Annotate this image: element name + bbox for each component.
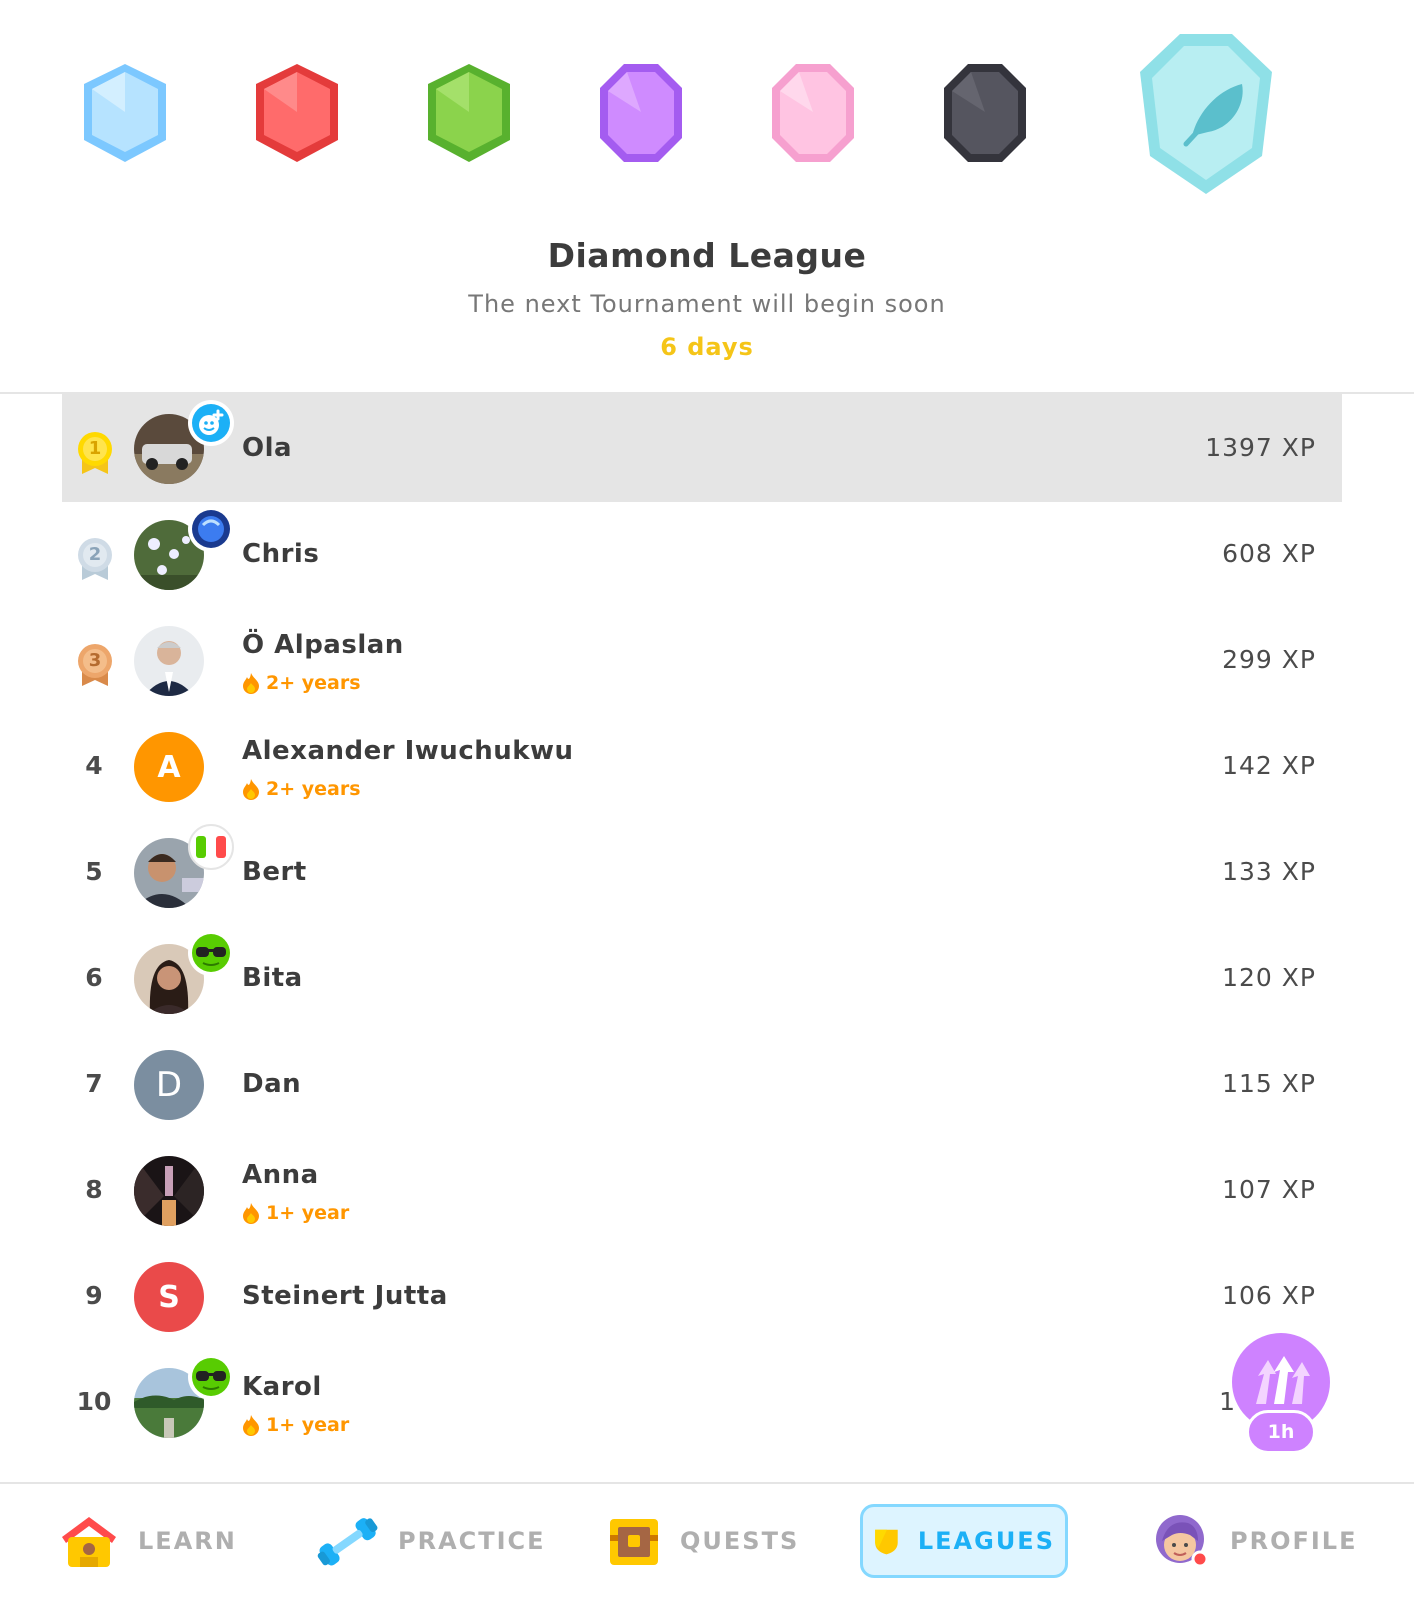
- nav-practice[interactable]: PRACTICE: [302, 1504, 558, 1578]
- league-title: Diamond League: [547, 236, 867, 275]
- smiley-plus-icon: [188, 400, 234, 446]
- nav-profile[interactable]: PROFILE: [1138, 1504, 1369, 1578]
- pearl-league-badge-icon: [770, 62, 856, 164]
- rank-number: 8: [85, 1175, 103, 1204]
- rank-number: 3: [88, 650, 102, 671]
- user-name: Chris: [242, 539, 320, 569]
- leaderboard-row-5[interactable]: 5 Bert 133 XP: [62, 818, 1342, 926]
- user-xp: 115 XP: [1222, 1069, 1316, 1098]
- shield-icon: [875, 1529, 898, 1555]
- rank-number: 6: [85, 963, 103, 992]
- leaderboard-row-3[interactable]: 3 Ö Alpaslan 2+ years 299 XP: [62, 606, 1342, 714]
- leaderboard-row-4[interactable]: 4 A Alexander Iwuchukwu 2+ years 142 XP: [62, 712, 1342, 820]
- streak-text: 2+ years: [266, 672, 361, 694]
- profile-avatar-icon: [1156, 1515, 1209, 1568]
- league-subtitle: The next Tournament will begin soon: [468, 290, 946, 318]
- italy-flag-icon: [188, 824, 234, 870]
- streak-label: 1+ year: [242, 1202, 349, 1224]
- user-name: Ö Alpaslan: [242, 630, 404, 660]
- league-countdown: 6 days: [660, 333, 754, 361]
- user-name: Dan: [242, 1069, 302, 1099]
- avatar[interactable]: [134, 1156, 204, 1226]
- xp-boost-icon: [1256, 1356, 1310, 1404]
- sapphire-league-badge-icon: [82, 62, 168, 164]
- league-badges: [0, 0, 1414, 220]
- user-xp: 120 XP: [1222, 963, 1316, 992]
- bottom-nav: LEARN PRACTICE QUESTS LEAGUES PROFILE: [0, 1482, 1414, 1600]
- avatar[interactable]: A: [134, 732, 204, 802]
- streak-text: 1+ year: [266, 1202, 350, 1224]
- flame-icon: [243, 779, 259, 800]
- leaderboard-row-2[interactable]: 2 Chris 608 XP: [62, 500, 1342, 608]
- user-xp: 299 XP: [1222, 645, 1316, 674]
- boost-timer-badge: 1h: [1246, 1410, 1316, 1454]
- user-xp: 106 XP: [1222, 1281, 1316, 1310]
- nav-profile-label: PROFILE: [1230, 1527, 1358, 1555]
- nav-leagues-label: LEAGUES: [917, 1527, 1055, 1555]
- rank-number: 1: [88, 438, 102, 459]
- flame-icon: [243, 673, 259, 694]
- obsidian-league-badge-icon: [942, 62, 1028, 164]
- user-name: Karol: [242, 1372, 322, 1402]
- avatar[interactable]: S: [134, 1262, 204, 1332]
- user-xp: 608 XP: [1222, 539, 1316, 568]
- nav-quests-label: QUESTS: [680, 1527, 800, 1555]
- blue-gem-icon: [188, 506, 234, 552]
- leaderboard-row-7[interactable]: 7 D Dan 115 XP: [62, 1030, 1342, 1138]
- treasure-chest-icon: [610, 1519, 658, 1565]
- nav-practice-label: PRACTICE: [398, 1527, 546, 1555]
- ruby-league-badge-icon: [254, 62, 340, 164]
- flame-icon: [243, 1415, 259, 1436]
- user-xp: 142 XP: [1222, 751, 1316, 780]
- user-xp: 133 XP: [1222, 857, 1316, 886]
- rank-number: 9: [85, 1281, 103, 1310]
- rank-number: 7: [85, 1069, 103, 1098]
- rank-number: 2: [88, 544, 102, 565]
- nav-leagues[interactable]: LEAGUES: [860, 1504, 1068, 1578]
- user-name: Ola: [242, 433, 293, 463]
- streak-label: 1+ year: [242, 1414, 349, 1436]
- user-name: Anna: [242, 1160, 319, 1190]
- house-icon: [62, 1517, 116, 1567]
- nav-learn[interactable]: LEARN: [46, 1504, 249, 1578]
- nav-learn-label: LEARN: [138, 1527, 237, 1555]
- user-xp: 1397 XP: [1205, 433, 1316, 462]
- leaderboard-row-10[interactable]: 10 Karol 1+ year 1: [62, 1348, 1342, 1456]
- user-name: Bita: [242, 963, 303, 993]
- emerald-league-badge-icon: [426, 62, 512, 164]
- streak-label: 2+ years: [242, 778, 361, 800]
- avatar[interactable]: [134, 626, 204, 696]
- sunglasses-icon: [188, 930, 234, 976]
- leaderboard-row-1[interactable]: 1 Ola 1397 XP: [62, 394, 1342, 502]
- leaderboard-row-6[interactable]: 6 Bita 120 XP: [62, 924, 1342, 1032]
- rank-number: 4: [85, 751, 103, 780]
- nav-quests[interactable]: QUESTS: [594, 1504, 811, 1578]
- streak-text: 1+ year: [266, 1414, 350, 1436]
- rank-number: 5: [85, 857, 103, 886]
- streak-label: 2+ years: [242, 672, 361, 694]
- streak-text: 2+ years: [266, 778, 361, 800]
- dumbbell-icon: [317, 1518, 378, 1566]
- amethyst-league-badge-icon: [598, 62, 684, 164]
- user-name: Steinert Jutta: [242, 1281, 448, 1311]
- leaderboard-row-9[interactable]: 9 S Steinert Jutta 106 XP: [62, 1242, 1342, 1350]
- user-name: Bert: [242, 857, 307, 887]
- user-name: Alexander Iwuchukwu: [242, 736, 574, 766]
- sunglasses-icon: [188, 1354, 234, 1400]
- leaderboard-row-8[interactable]: 8 Anna 1+ year 107 XP: [62, 1136, 1342, 1244]
- rank-number: 10: [76, 1387, 112, 1416]
- flame-icon: [243, 1203, 259, 1224]
- user-xp: 107 XP: [1222, 1175, 1316, 1204]
- diamond-league-badge-icon: [1138, 32, 1274, 196]
- avatar[interactable]: D: [134, 1050, 204, 1120]
